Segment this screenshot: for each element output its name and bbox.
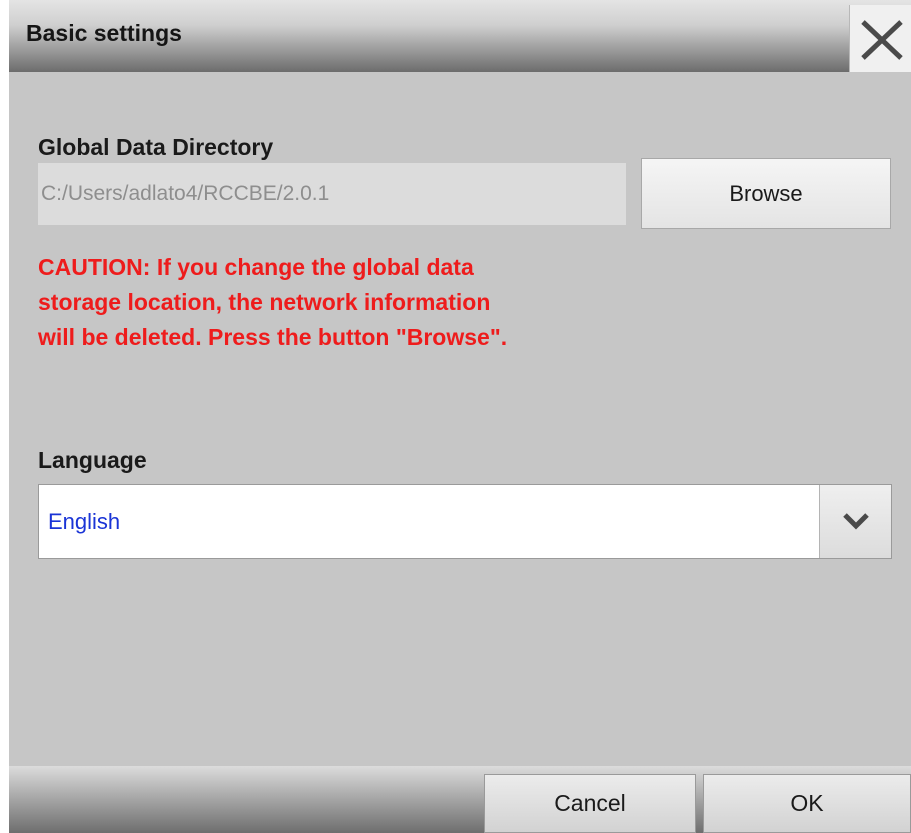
title-bar: Basic settings [9,0,911,72]
caution-line: storage location, the network informatio… [38,289,491,315]
global-data-directory-label: Global Data Directory [38,134,274,160]
dialog-title: Basic settings [26,20,182,46]
global-data-directory-field: C:/Users/adlato4/RCCBE/2.0.1 [38,163,626,225]
language-selected-value: English [48,509,121,534]
language-select[interactable]: English [38,484,892,559]
dialog-footer: Cancel OK [9,766,911,833]
basic-settings-dialog: Basic settings Global Data Directory C:/… [9,0,911,833]
cancel-button[interactable]: Cancel [484,774,696,833]
language-label: Language [38,447,147,473]
caution-line: CAUTION: If you change the global data [38,254,474,280]
close-button[interactable] [849,5,911,72]
browse-button[interactable]: Browse [641,158,891,229]
caution-line: will be deleted. Press the button "Brows… [38,324,508,350]
caution-message: CAUTION: If you change the global data s… [38,250,638,355]
close-icon [861,20,903,60]
language-dropdown-button[interactable] [819,485,891,558]
ok-button[interactable]: OK [703,774,911,833]
chevron-down-icon [843,513,869,530]
